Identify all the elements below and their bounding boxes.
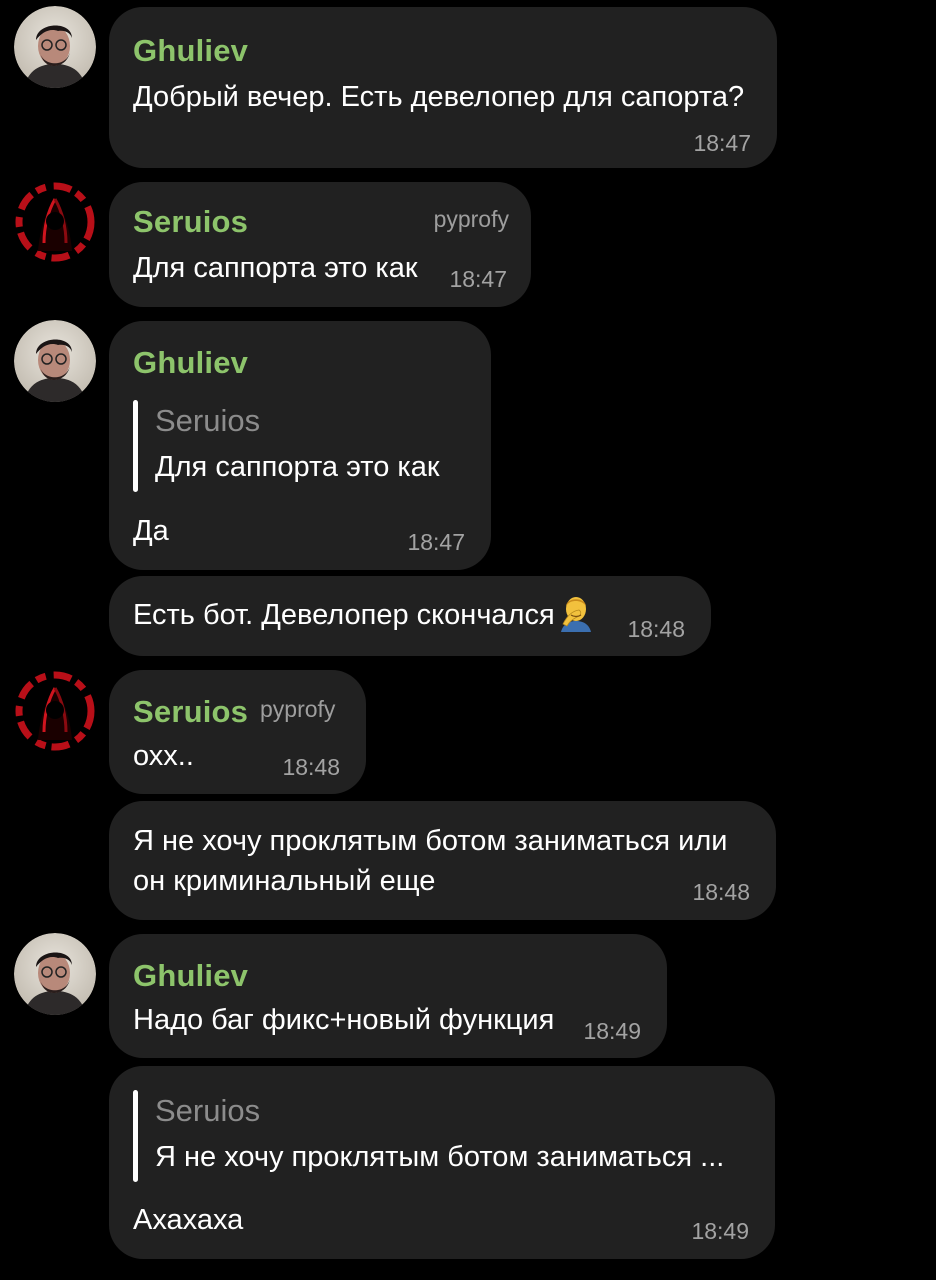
- quote-text: Я не хочу проклятым ботом заниматься ...: [155, 1141, 725, 1173]
- message-bubble[interactable]: Ghuliev Seruios Для саппорта это как Да …: [109, 321, 491, 570]
- message-time: 18:48: [282, 754, 340, 780]
- message-time: 18:47: [407, 529, 465, 555]
- user-photo-avatar-icon: [14, 320, 96, 402]
- message-text: Да: [133, 515, 169, 547]
- quote-bar: [133, 400, 138, 492]
- message-time: 18:49: [583, 1018, 641, 1044]
- avatar-ghuliev[interactable]: [14, 320, 96, 402]
- quote-sender: Seruios: [155, 403, 261, 438]
- message-bubble[interactable]: Ghuliev Надо баг фикс+новый функция 18:4…: [109, 934, 667, 1058]
- user-photo-avatar-icon: [14, 933, 96, 1015]
- sender-name[interactable]: Ghuliev: [133, 33, 248, 69]
- message-time: 18:47: [449, 266, 507, 292]
- message-bubble[interactable]: Seruios pyprofy Для саппорта это как 18:…: [109, 182, 531, 307]
- message-time: 18:48: [627, 616, 685, 642]
- message-text: Добрый вечер. Есть девелопер для сапорта…: [133, 81, 745, 113]
- sender-name[interactable]: Seruios: [133, 694, 248, 730]
- message-text: Ахахаха: [133, 1204, 244, 1236]
- message-bubble[interactable]: Есть бот. Девелопер скончался 18:48: [109, 576, 711, 656]
- message-time: 18:49: [691, 1218, 749, 1244]
- man-facepalming-emoji-icon: [557, 594, 595, 632]
- quote-text: Для саппорта это как: [155, 451, 440, 483]
- sender-name[interactable]: Ghuliev: [133, 958, 248, 994]
- message-bubble[interactable]: Я не хочу проклятым ботом заниматься или…: [109, 801, 776, 920]
- quote-bar: [133, 1090, 138, 1182]
- message-text-line-2: он криминальный еще: [133, 865, 436, 897]
- message-text: Для саппорта это как: [133, 252, 418, 284]
- message-bubble[interactable]: Seruios Я не хочу проклятым ботом занима…: [109, 1066, 775, 1259]
- message-time: 18:47: [693, 130, 751, 156]
- quote-sender: Seruios: [155, 1093, 261, 1128]
- message-text: Надо баг фикс+новый функция: [133, 1004, 555, 1036]
- message-time: 18:48: [692, 879, 750, 905]
- avatar-seruios[interactable]: [14, 181, 96, 263]
- red-dark-avatar-icon: [14, 181, 96, 263]
- red-dark-avatar-icon: [14, 670, 96, 752]
- message-bubble[interactable]: Ghuliev Добрый вечер. Есть девелопер для…: [109, 7, 777, 168]
- message-text: Есть бот. Девелопер скончался: [133, 594, 595, 635]
- message-text: охх..: [133, 740, 194, 772]
- avatar-ghuliev[interactable]: [14, 933, 96, 1015]
- message-bubble[interactable]: Seruios pyprofy охх.. 18:48: [109, 670, 366, 794]
- avatar-seruios[interactable]: [14, 670, 96, 752]
- message-text-content: Есть бот. Девелопер скончался: [133, 599, 555, 631]
- sender-name[interactable]: Ghuliev: [133, 345, 248, 381]
- sender-name[interactable]: Seruios: [133, 204, 248, 240]
- admin-badge: pyprofy: [260, 696, 336, 722]
- avatar-ghuliev[interactable]: [14, 6, 96, 88]
- message-text-line-1: Я не хочу проклятым ботом заниматься или: [133, 825, 728, 857]
- user-photo-avatar-icon: [14, 6, 96, 88]
- admin-badge: pyprofy: [433, 206, 509, 232]
